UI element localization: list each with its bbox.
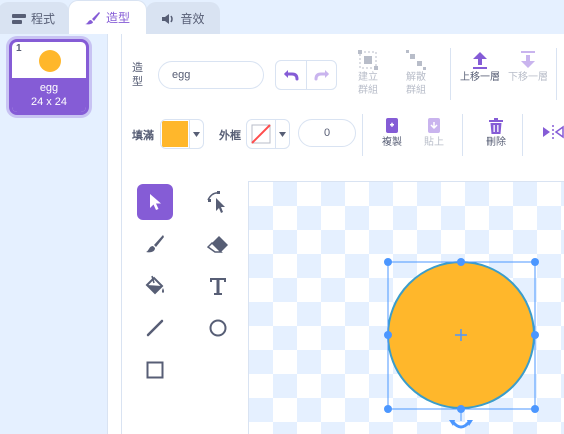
ungroup-label: 解散群組 (406, 72, 426, 96)
copy-button[interactable]: 複製 (372, 117, 412, 149)
paste-button[interactable]: 貼上 (414, 117, 454, 149)
reshape-tool[interactable] (200, 184, 236, 220)
tab-costumes[interactable]: 造型 (68, 0, 147, 34)
resize-handle[interactable] (384, 258, 392, 266)
fill-tool[interactable] (137, 268, 173, 304)
chevron-down-icon (275, 120, 289, 148)
forward-label: 上移一層 (460, 72, 500, 83)
fill-swatch (161, 120, 189, 148)
outline-width-input[interactable]: 0 (298, 119, 356, 147)
copy-label: 複製 (382, 137, 402, 148)
text-icon (210, 278, 226, 295)
forward-button[interactable]: 上移一層 (460, 50, 500, 84)
costume-thumbnail (39, 50, 61, 72)
chevron-down-icon (189, 120, 203, 148)
costume-info: egg 24 x 24 (12, 78, 86, 112)
tab-costumes-label: 造型 (105, 11, 130, 25)
eraser-icon (207, 236, 228, 253)
text-tool[interactable] (200, 268, 236, 304)
costume-name-input[interactable]: egg (158, 61, 264, 89)
arrow-down-icon (521, 51, 535, 68)
outline-color-button[interactable] (246, 119, 290, 149)
brush-tool[interactable] (137, 226, 173, 262)
ungroup-button[interactable]: 解散群組 (396, 50, 436, 97)
costume-name-value: egg (172, 69, 191, 81)
toolbar-divider (522, 114, 523, 156)
paint-canvas[interactable] (248, 181, 564, 434)
ungroup-icon (406, 50, 426, 70)
copy-icon (386, 118, 398, 133)
trash-icon (489, 118, 503, 134)
costume-list: 1 egg 24 x 24 (0, 34, 108, 434)
canvas-drawing[interactable] (249, 182, 564, 434)
flip-horizontal-icon (543, 125, 564, 139)
tab-sounds[interactable]: 音效 (146, 2, 220, 34)
outline-label: 外框 (219, 130, 241, 142)
rectangle-tool[interactable] (137, 352, 173, 388)
tab-code-label: 程式 (30, 12, 55, 26)
group-icon (358, 50, 378, 70)
group-button[interactable]: 建立群組 (348, 50, 388, 97)
costume-size: 24 x 24 (30, 96, 68, 108)
paste-label: 貼上 (424, 137, 444, 148)
circle-icon (209, 319, 227, 337)
tab-bar: 程式 造型 音效 (0, 0, 564, 34)
delete-label: 刪除 (486, 137, 506, 148)
paste-icon (428, 118, 440, 133)
no-color-icon (251, 124, 271, 144)
code-icon (11, 13, 26, 24)
redo-button[interactable] (306, 61, 336, 89)
resize-handle[interactable] (457, 405, 465, 413)
tab-sounds-label: 音效 (180, 12, 205, 26)
resize-handle[interactable] (531, 405, 539, 413)
resize-handle[interactable] (531, 258, 539, 266)
resize-handle[interactable] (384, 405, 392, 413)
backward-button[interactable]: 下移一層 (508, 50, 548, 84)
costume-number: 1 (16, 43, 22, 54)
toolbar-divider (362, 114, 363, 156)
tab-code[interactable]: 程式 (0, 2, 69, 34)
costume-name: egg (39, 82, 59, 94)
flip-horizontal-button[interactable] (542, 124, 564, 140)
resize-handle[interactable] (531, 331, 539, 339)
toolbar-divider (462, 114, 463, 156)
circle-tool[interactable] (200, 310, 236, 346)
resize-handle[interactable] (384, 331, 392, 339)
speaker-icon (162, 13, 174, 24)
backward-label: 下移一層 (508, 72, 548, 83)
reshape-icon (207, 191, 225, 213)
toolbar-divider (556, 48, 557, 100)
eraser-tool[interactable] (200, 226, 236, 262)
no-outline-swatch (247, 120, 275, 148)
rotate-handle-icon[interactable] (449, 420, 473, 429)
undo-icon (284, 70, 299, 81)
delete-button[interactable]: 刪除 (476, 117, 516, 149)
outline-width-value: 0 (323, 127, 331, 139)
redo-icon (314, 70, 329, 81)
fill-color-button[interactable] (160, 119, 204, 149)
select-tool[interactable] (137, 184, 173, 220)
toolbar-divider (450, 48, 451, 100)
paint-bucket-icon (145, 275, 164, 295)
arrow-up-icon (473, 52, 487, 69)
paintbrush-icon (84, 11, 100, 24)
rectangle-icon (146, 361, 164, 379)
group-label: 建立群組 (358, 72, 378, 96)
undo-redo-group (275, 60, 337, 90)
resize-handle[interactable] (457, 258, 465, 266)
arrow-icon (150, 194, 161, 210)
line-tool[interactable] (137, 310, 173, 346)
undo-button[interactable] (276, 61, 306, 89)
brush-icon (146, 235, 164, 253)
fill-label: 填滿 (132, 130, 154, 142)
costume-name-label: 造型 (132, 62, 143, 88)
line-icon (146, 319, 164, 337)
costume-item[interactable]: 1 egg 24 x 24 (9, 39, 89, 115)
